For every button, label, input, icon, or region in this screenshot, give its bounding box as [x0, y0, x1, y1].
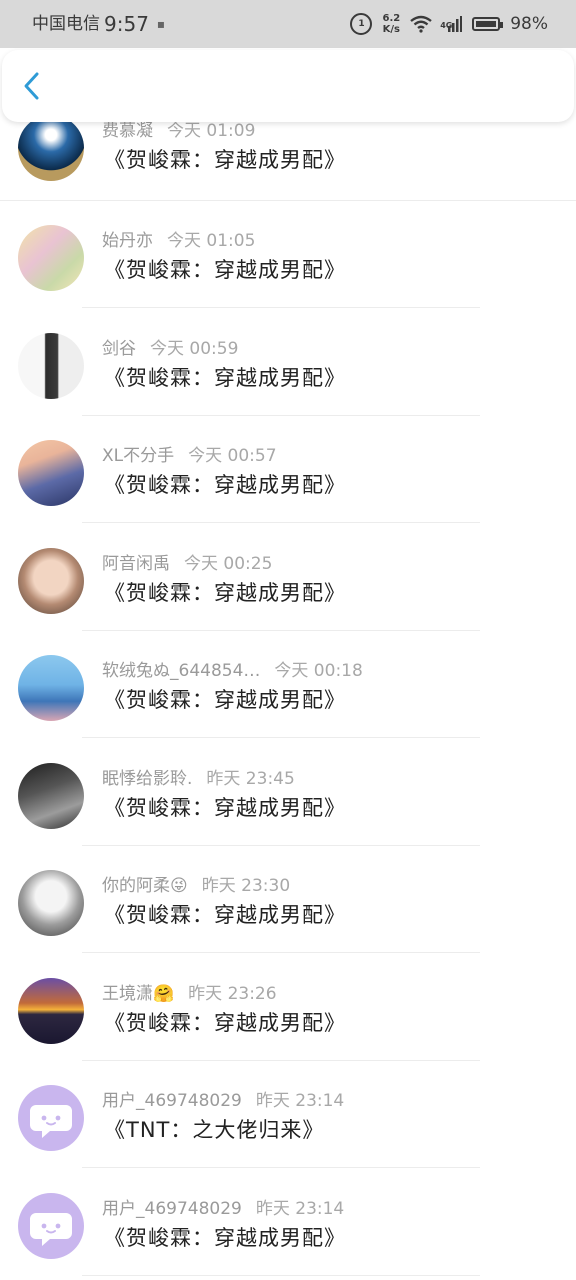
avatar[interactable] — [18, 870, 84, 936]
row-divider — [82, 1167, 480, 1168]
list-item[interactable]: 王境潇🤗 昨天 23:26 《贺峻霖：穿越成男配》 — [0, 954, 576, 1061]
message-text[interactable]: 《贺峻霖：穿越成男配》 — [104, 899, 346, 929]
wifi-icon — [410, 15, 432, 33]
timestamp: 今天 01:05 — [167, 231, 256, 251]
timestamp: 昨天 23:45 — [206, 769, 295, 789]
username[interactable]: 费慕凝 — [102, 121, 153, 141]
avatar[interactable] — [18, 1193, 84, 1259]
message-text[interactable]: 《贺峻霖：穿越成男配》 — [104, 1007, 346, 1037]
timestamp: 昨天 23:26 — [188, 984, 277, 1004]
row-divider — [82, 952, 480, 953]
row-divider — [82, 737, 480, 738]
username[interactable]: 你的阿柔😜 — [102, 876, 188, 896]
list-item[interactable]: 阿音闲禹 今天 00:25 《贺峻霖：穿越成男配》 — [0, 524, 576, 631]
avatar[interactable] — [18, 763, 84, 829]
message-text[interactable]: 《贺峻霖：穿越成男配》 — [104, 144, 346, 174]
message-text[interactable]: 《贺峻霖：穿越成男配》 — [104, 684, 346, 714]
network-speed-unit: K/s — [382, 24, 401, 35]
username[interactable]: XL不分手 — [102, 446, 174, 466]
username[interactable]: 阿音闲禹 — [102, 554, 170, 574]
network-speed: 6.2 K/s — [382, 13, 400, 35]
message-text[interactable]: 《贺峻霖：穿越成男配》 — [104, 254, 346, 284]
username[interactable]: 王境潇🤗 — [102, 984, 174, 1004]
message-meta: 你的阿柔😜 昨天 23:30 — [102, 871, 290, 896]
timestamp: 昨天 23:14 — [255, 1199, 345, 1219]
avatar[interactable] — [18, 333, 84, 399]
chevron-left-icon — [24, 72, 39, 100]
username[interactable]: 剑谷 — [102, 339, 136, 359]
message-text[interactable]: 《贺峻霖：穿越成男配》 — [104, 469, 346, 499]
message-text[interactable]: 《TNT：之大佬归来》 — [104, 1114, 324, 1144]
message-text[interactable]: 《贺峻霖：穿越成男配》 — [104, 1222, 346, 1252]
message-meta: XL不分手 今天 00:57 — [102, 441, 277, 466]
avatar[interactable] — [18, 440, 84, 506]
timestamp: 昨天 23:30 — [201, 876, 291, 896]
default-avatar-icon — [30, 1213, 72, 1246]
username[interactable]: 始丹亦 — [102, 231, 153, 251]
notification-icon: ▪ — [156, 17, 166, 31]
timestamp: 昨天 23:14 — [255, 1091, 345, 1111]
default-avatar-icon — [30, 1105, 72, 1138]
username[interactable]: 用户_469748029 — [102, 1091, 242, 1111]
list-item[interactable]: 用户_469748029 昨天 23:14 《贺峻霖：穿越成男配》 — [0, 1169, 576, 1276]
username[interactable]: 用户_469748029 — [102, 1199, 242, 1219]
list-item[interactable]: 用户_469748029 昨天 23:14 《TNT：之大佬归来》 — [0, 1061, 576, 1168]
list-item[interactable]: XL不分手 今天 00:57 《贺峻霖：穿越成男配》 — [0, 416, 576, 523]
top-navigation-bar — [2, 50, 574, 122]
message-meta: 剑谷 今天 00:59 — [102, 334, 238, 359]
avatar[interactable] — [18, 115, 84, 181]
avatar[interactable] — [18, 548, 84, 614]
network-type: 4G — [440, 21, 453, 30]
avatar[interactable] — [18, 978, 84, 1044]
message-meta: 阿音闲禹 今天 00:25 — [102, 549, 272, 574]
list-item[interactable]: 你的阿柔😜 昨天 23:30 《贺峻霖：穿越成男配》 — [0, 846, 576, 953]
signal-group: 4G — [440, 16, 463, 32]
status-bar-right: 1 6.2 K/s 4G 98% — [350, 10, 548, 38]
hd-call-icon: 1 — [350, 13, 373, 35]
message-meta: 用户_469748029 昨天 23:14 — [102, 1086, 344, 1111]
timestamp: 今天 00:59 — [150, 339, 239, 359]
list-item[interactable]: 始丹亦 今天 01:05 《贺峻霖：穿越成男配》 — [0, 201, 576, 308]
status-bar: 中国电信 9:57 ▪ 1 6.2 K/s 4G 98% — [0, 0, 576, 48]
clock: 9:57 — [104, 12, 149, 36]
message-meta: 始丹亦 今天 01:05 — [102, 226, 255, 251]
battery-percent: 98% — [510, 14, 548, 34]
timestamp: 今天 00:57 — [188, 446, 277, 466]
row-divider — [82, 1275, 480, 1276]
avatar[interactable] — [18, 225, 84, 291]
row-divider — [82, 522, 480, 523]
timestamp: 今天 01:09 — [167, 121, 256, 141]
username[interactable]: 眠悸给影聆. — [102, 769, 192, 789]
message-text[interactable]: 《贺峻霖：穿越成男配》 — [104, 362, 346, 392]
message-meta: 用户_469748029 昨天 23:14 — [102, 1194, 344, 1219]
list-item[interactable]: 剑谷 今天 00:59 《贺峻霖：穿越成男配》 — [0, 309, 576, 416]
message-meta: 软绒兔ぬ_644854… 今天 00:18 — [102, 656, 363, 681]
avatar[interactable] — [18, 1085, 84, 1151]
battery-icon — [472, 17, 504, 31]
network-speed-value: 6.2 — [382, 13, 401, 24]
timestamp: 今天 00:25 — [184, 554, 273, 574]
timestamp: 今天 00:18 — [274, 661, 363, 681]
username[interactable]: 软绒兔ぬ_644854… — [102, 661, 260, 681]
avatar[interactable] — [18, 655, 84, 721]
message-text[interactable]: 《贺峻霖：穿越成男配》 — [104, 577, 346, 607]
message-text[interactable]: 《贺峻霖：穿越成男配》 — [104, 792, 346, 822]
row-divider — [82, 307, 480, 308]
list-item[interactable]: 软绒兔ぬ_644854… 今天 00:18 《贺峻霖：穿越成男配》 — [0, 631, 576, 738]
message-meta: 眠悸给影聆. 昨天 23:45 — [102, 764, 295, 789]
status-bar-left: 中国电信 9:57 ▪ — [32, 10, 165, 38]
message-meta: 王境潇🤗 昨天 23:26 — [102, 979, 277, 1004]
carrier-label: 中国电信 — [32, 14, 100, 34]
back-button[interactable] — [16, 70, 48, 102]
list-item[interactable]: 眠悸给影聆. 昨天 23:45 《贺峻霖：穿越成男配》 — [0, 739, 576, 846]
